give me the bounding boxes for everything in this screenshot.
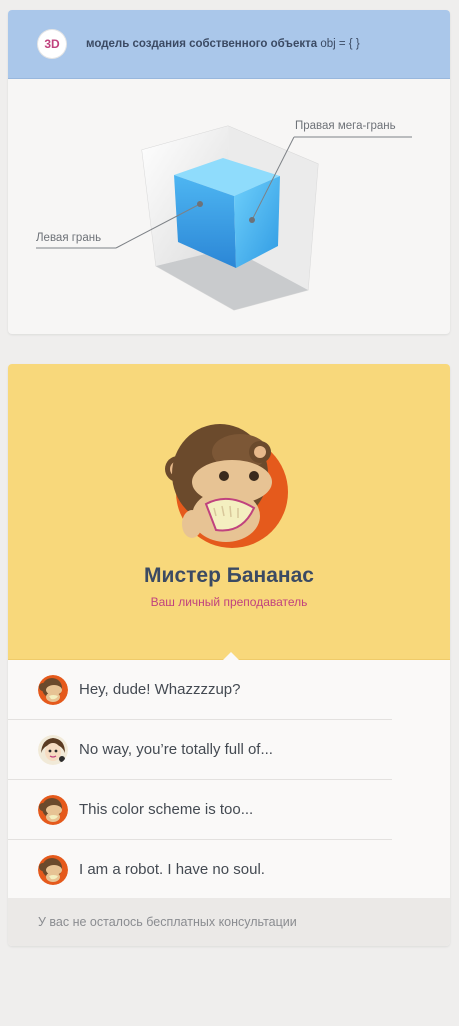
consultations-status: У вас не осталось бесплатных консультаци…: [38, 915, 297, 929]
cube-illustration: Правая мега-грань Левая грань: [36, 120, 412, 311]
chat-message-text: No way, you’re totally full of...: [79, 741, 273, 758]
monkey-icon: [165, 424, 288, 548]
model-card: 3D модель создания собственного объекта …: [8, 10, 450, 334]
badge-3d: 3D: [38, 30, 66, 58]
tutor-name: Мистер Бананас: [144, 564, 314, 587]
model-card-header: 3D модель создания собственного объекта …: [8, 10, 450, 79]
girl-avatar-icon: [38, 734, 68, 765]
consultations-footer: У вас не осталось бесплатных консультаци…: [8, 898, 450, 946]
monkey-avatar-icon: [38, 794, 68, 825]
chat-message-text: I am a robot. I have no soul.: [79, 861, 265, 878]
chat-item[interactable]: This color scheme is too...: [8, 780, 392, 840]
model-card-title: модель создания собственного объекта obj…: [86, 38, 360, 50]
tutor-subtitle: Ваш личный преподаватель: [150, 595, 308, 609]
chat-list: Hey, dude! Whazzzzup? No way, you’re tot…: [8, 660, 450, 899]
tutor-header: Мистер Бананас Ваш личный преподаватель: [8, 364, 450, 660]
chat-message-text: This color scheme is too...: [79, 801, 254, 818]
tutor-card: Мистер Бананас Ваш личный преподаватель …: [8, 364, 450, 946]
label-right-face: Правая мега-грань: [295, 120, 396, 132]
monkey-avatar-icon: [38, 854, 68, 885]
chat-item[interactable]: Hey, dude! Whazzzzup?: [8, 660, 392, 720]
model-card-title-code: obj = { }: [320, 38, 360, 50]
chat-item[interactable]: No way, you’re totally full of...: [8, 720, 392, 780]
monkey-avatar-icon: [38, 674, 68, 705]
chat-item[interactable]: I am a robot. I have no soul.: [8, 840, 392, 899]
header-pointer: [223, 652, 239, 660]
label-left-face: Левая грань: [36, 232, 101, 244]
chat-message-text: Hey, dude! Whazzzzup?: [79, 681, 241, 698]
model-card-title-text: модель создания собственного объекта: [86, 38, 318, 50]
